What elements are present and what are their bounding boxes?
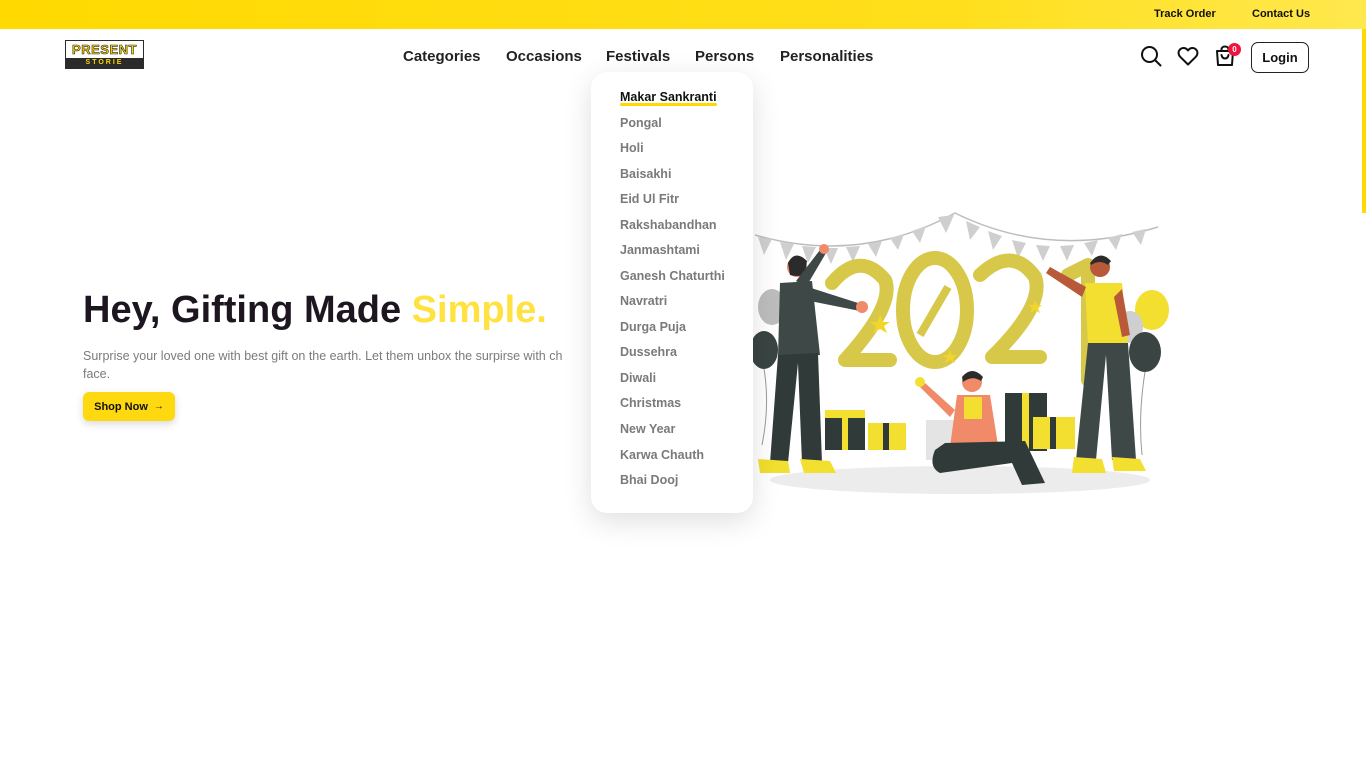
festival-item-durga-puja[interactable]: Durga Puja	[620, 320, 686, 334]
hero-subtitle: Surprise your loved one with best gift o…	[83, 347, 603, 383]
track-order-link[interactable]: Track Order	[1154, 8, 1216, 20]
nav-persons[interactable]: Persons	[695, 48, 754, 65]
login-button[interactable]: Login	[1251, 42, 1309, 73]
nav-categories[interactable]: Categories	[403, 48, 481, 65]
festival-item-dussehra[interactable]: Dussehra	[620, 345, 677, 359]
festival-item-eid-ul-fitr[interactable]: Eid Ul Fitr	[620, 192, 679, 206]
festival-item-makar-sankranti[interactable]: Makar Sankranti	[620, 90, 717, 106]
hero-title-main: Hey, Gifting Made	[83, 289, 412, 331]
nav-personalities[interactable]: Personalities	[780, 48, 873, 65]
scrollbar-thumb[interactable]	[1362, 29, 1366, 213]
festival-item-pongal[interactable]: Pongal	[620, 116, 662, 130]
shop-now-button[interactable]: Shop Now →	[83, 392, 175, 421]
contact-us-link[interactable]: Contact Us	[1252, 8, 1310, 20]
new-year-illustration	[750, 212, 1169, 494]
festival-item-rakshabandhan[interactable]: Rakshabandhan	[620, 218, 717, 232]
shop-now-label: Shop Now	[94, 400, 148, 413]
festival-item-new-year[interactable]: New Year	[620, 422, 675, 436]
festivals-dropdown: Makar Sankranti Pongal Holi Baisakhi Eid…	[591, 72, 753, 513]
festival-item-baisakhi[interactable]: Baisakhi	[620, 167, 671, 181]
festival-item-bhai-dooj[interactable]: Bhai Dooj	[620, 473, 678, 487]
festival-item-christmas[interactable]: Christmas	[620, 396, 681, 410]
festival-item-navratri[interactable]: Navratri	[620, 294, 667, 308]
cart-count-badge: 0	[1228, 43, 1241, 56]
heart-icon[interactable]	[1176, 44, 1200, 68]
hero-subtitle-line2: face.	[83, 367, 111, 381]
logo-text-storie: STORIE	[66, 58, 143, 68]
festival-item-karwa-chauth[interactable]: Karwa Chauth	[620, 448, 704, 462]
search-icon[interactable]	[1139, 44, 1163, 68]
hero-subtitle-line1: Surprise your loved one with best gift o…	[83, 349, 563, 363]
logo[interactable]: PRESENT STORIE	[65, 40, 144, 69]
nav-festivals[interactable]: Festivals	[606, 48, 670, 65]
hero-title: Hey, Gifting Made Simple.	[83, 289, 547, 332]
hero-title-accent: Simple.	[411, 289, 547, 331]
festival-item-janmashtami[interactable]: Janmashtami	[620, 243, 700, 257]
nav-occasions[interactable]: Occasions	[506, 48, 582, 65]
festival-item-diwali[interactable]: Diwali	[620, 371, 656, 385]
top-bar: Track Order Contact Us	[0, 0, 1366, 29]
arrow-right-icon: →	[153, 401, 164, 412]
festival-item-holi[interactable]: Holi	[620, 141, 644, 155]
logo-text-present: PRESENT	[72, 42, 137, 58]
festival-item-ganesh-chaturthi[interactable]: Ganesh Chaturthi	[620, 269, 725, 283]
